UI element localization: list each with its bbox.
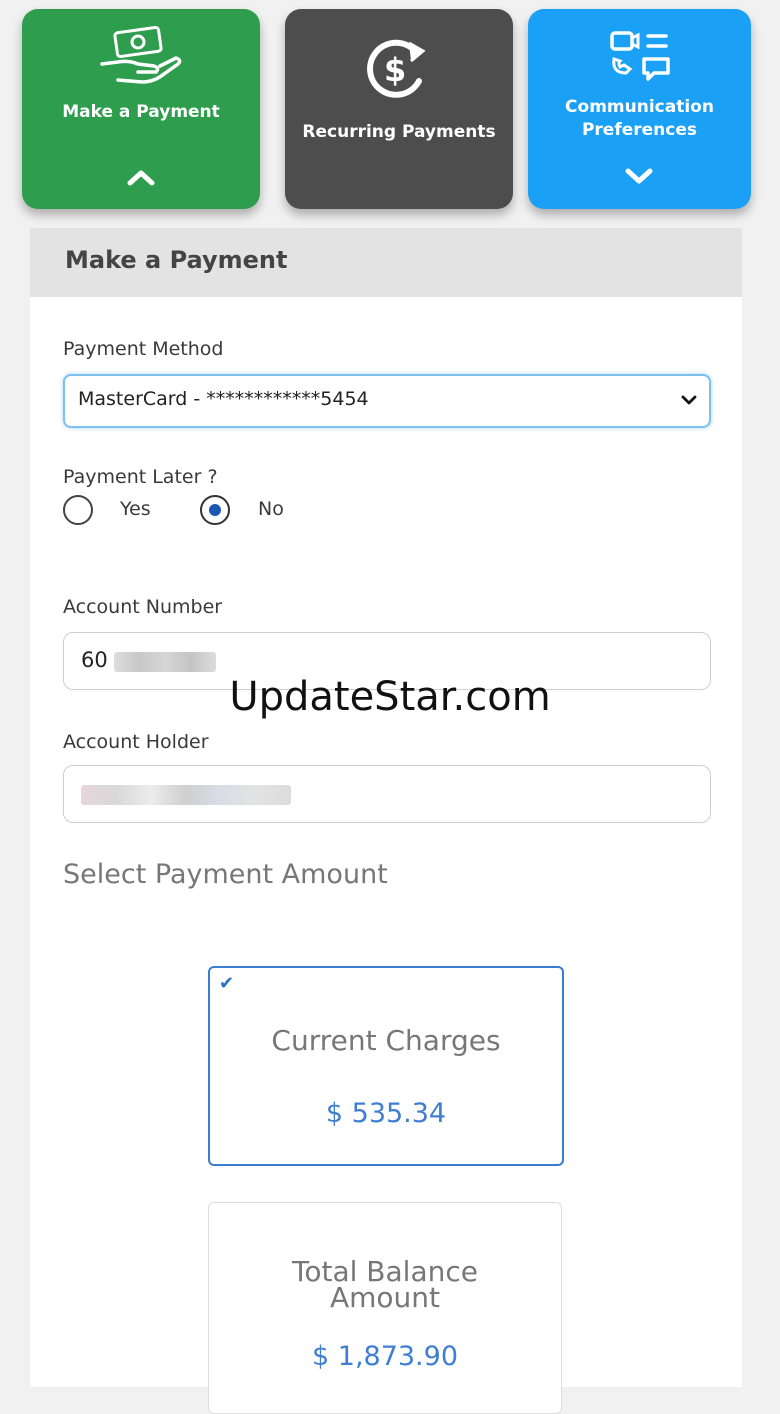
redacted-account-number xyxy=(114,652,216,672)
communication-label-line1: Communication xyxy=(565,97,714,117)
account-number-value: 60 xyxy=(81,648,108,672)
redacted-account-holder xyxy=(81,785,291,805)
panel-header: Make a Payment xyxy=(30,228,742,297)
payment-method-label: Payment Method xyxy=(63,338,224,360)
no-label: No xyxy=(258,498,284,520)
account-holder-label: Account Holder xyxy=(63,731,209,753)
svg-text:$: $ xyxy=(384,51,406,89)
recurring-payments-tile[interactable]: $ Recurring Payments xyxy=(285,9,513,209)
communication-preferences-tile[interactable]: Communication Preferences xyxy=(528,9,751,209)
current-charges-amount: $ 535.34 xyxy=(325,1098,447,1129)
total-balance-card[interactable]: Total Balance Amount $ 1,873.90 xyxy=(208,1202,562,1414)
payment-method-value: MasterCard - ************5454 xyxy=(78,388,369,410)
chevron-down-icon xyxy=(681,395,697,405)
payment-later-label: Payment Later ? xyxy=(63,466,218,488)
yes-label: Yes xyxy=(120,498,151,520)
chevron-up-icon xyxy=(127,170,155,186)
panel-title: Make a Payment xyxy=(65,246,288,274)
checkmark-icon: ✔ xyxy=(219,973,235,994)
radio-selected-dot xyxy=(209,504,221,516)
watermark-text: UpdateStar.com xyxy=(229,674,551,720)
make-payment-label: Make a Payment xyxy=(62,102,220,122)
total-balance-title-line2: Amount xyxy=(329,1281,441,1314)
payment-later-no-radio[interactable] xyxy=(200,495,230,525)
current-charges-card[interactable]: ✔ Current Charges $ 535.34 xyxy=(208,966,564,1166)
make-payment-panel: Make a Payment Payment Method MasterCard… xyxy=(30,228,742,1414)
chevron-down-icon xyxy=(625,168,653,184)
total-balance-amount: $ 1,873.90 xyxy=(312,1341,458,1372)
make-payment-tile[interactable]: Make a Payment xyxy=(22,9,260,209)
payment-later-yes-radio[interactable] xyxy=(63,495,93,525)
communication-label-line2: Preferences xyxy=(581,120,698,140)
communication-icon xyxy=(610,31,670,81)
account-holder-input[interactable] xyxy=(63,765,711,823)
current-charges-title: Current Charges xyxy=(271,1024,501,1057)
payment-method-select[interactable]: MasterCard - ************5454 xyxy=(63,374,711,428)
account-number-label: Account Number xyxy=(63,596,223,618)
recurring-payments-label: Recurring Payments xyxy=(302,122,496,142)
select-payment-amount-title: Select Payment Amount xyxy=(63,859,388,890)
recurring-dollar-icon: $ xyxy=(367,39,426,98)
money-hand-icon xyxy=(100,25,182,84)
